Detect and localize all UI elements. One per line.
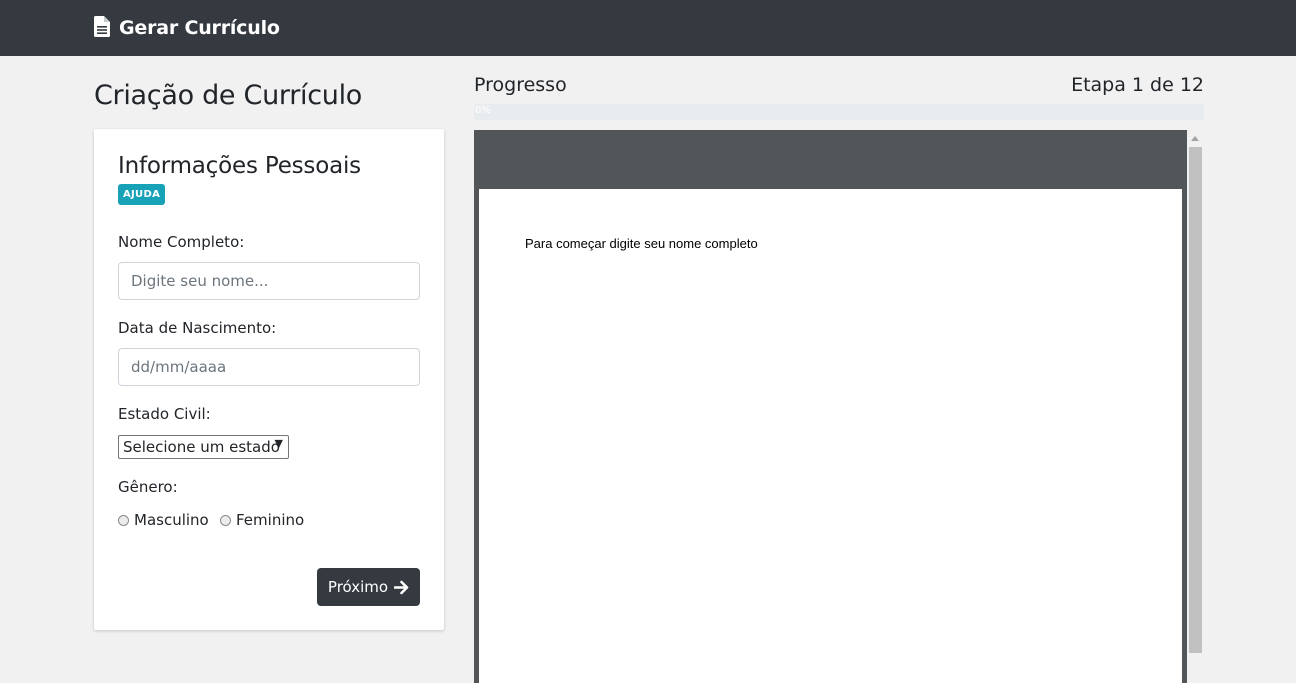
scroll-up-arrow-icon[interactable] [1191, 136, 1199, 141]
next-button[interactable]: Próximo [317, 568, 420, 606]
gender-label: Gênero: [118, 478, 178, 496]
arrow-right-icon [394, 580, 409, 594]
radio-circle-icon[interactable] [118, 514, 129, 526]
step-indicator: Etapa 1 de 12 [1071, 74, 1204, 96]
marital-status-selected: Selecione um estado [123, 438, 280, 456]
birth-date-input[interactable] [118, 348, 420, 386]
full-name-label: Nome Completo: [118, 233, 245, 251]
radio-female[interactable]: Feminino [220, 511, 304, 529]
brand-title: Gerar Currículo [119, 17, 280, 39]
dropdown-arrow-icon: ▼ [274, 437, 283, 450]
page-title: Criação de Currículo [94, 80, 362, 111]
progress-percent: 0% [475, 105, 491, 116]
full-name-input[interactable] [118, 262, 420, 300]
radio-circle-icon[interactable] [220, 514, 231, 526]
marital-status-label: Estado Civil: [118, 405, 211, 423]
help-badge[interactable]: AJUDA [118, 184, 166, 205]
marital-status-select[interactable]: Selecione um estado ▼ [118, 435, 289, 459]
personal-info-card: Informações Pessoais AJUDA Nome Completo… [94, 129, 444, 630]
section-title: Informações Pessoais [118, 153, 361, 179]
birth-date-label: Data de Nascimento: [118, 319, 277, 337]
scroll-thumb[interactable] [1189, 147, 1202, 653]
resume-preview-frame: Para começar digite seu nome completo [474, 130, 1187, 683]
next-button-label: Próximo [327, 578, 389, 596]
preview-scrollbar[interactable] [1187, 130, 1204, 683]
preview-instruction: Para começar digite seu nome completo [525, 236, 758, 251]
resume-preview-page: Para começar digite seu nome completo [479, 189, 1182, 683]
top-navbar: Gerar Currículo [0, 0, 1296, 56]
file-text-icon [94, 16, 110, 37]
radio-male[interactable]: Masculino [118, 511, 209, 529]
radio-female-label: Feminino [236, 511, 305, 529]
progress-label: Progresso [474, 74, 567, 96]
brand-link[interactable]: Gerar Currículo [94, 0, 280, 56]
radio-male-label: Masculino [134, 511, 209, 529]
progress-bar: 0% [474, 104, 1204, 120]
